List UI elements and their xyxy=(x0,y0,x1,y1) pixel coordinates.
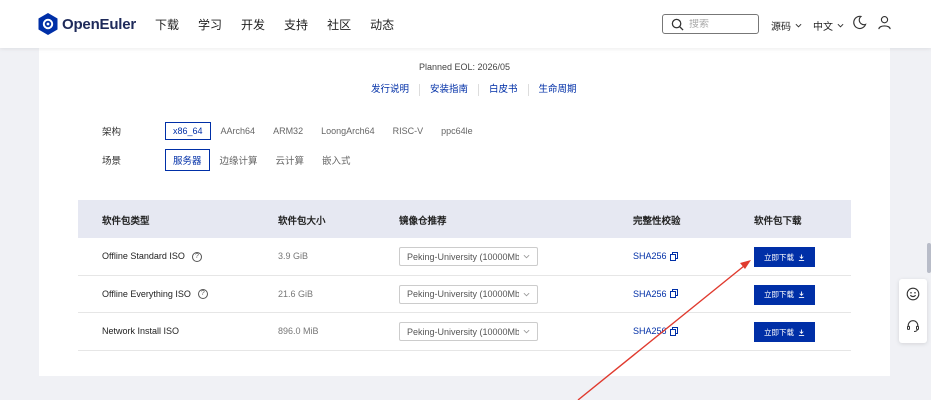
header-mirror: 镜像仓推荐 xyxy=(399,216,447,227)
download-icon xyxy=(798,253,805,261)
sha256-text: SHA256 xyxy=(633,288,667,299)
scene-option-embedded[interactable]: 嵌入式 xyxy=(314,149,359,171)
table-header: 软件包类型 软件包大小 镜像仓推荐 完整性校验 软件包下载 xyxy=(78,200,851,238)
download-label: 立即下载 xyxy=(764,252,794,262)
nav-learn[interactable]: 学习 xyxy=(198,16,222,33)
main-nav: 下载 学习 开发 支持 社区 动态 xyxy=(155,16,413,33)
copy-icon[interactable] xyxy=(669,326,678,336)
language-dropdown[interactable]: 中文 xyxy=(813,18,844,33)
arch-option-aarch64[interactable]: AArch64 xyxy=(213,122,264,140)
floating-toolbar xyxy=(899,279,927,343)
download-label: 立即下载 xyxy=(764,327,794,337)
scene-option-server[interactable]: 服务器 xyxy=(165,149,210,171)
arch-option-arm32[interactable]: ARM32 xyxy=(265,122,311,140)
package-size: 21.6 GiB xyxy=(278,288,314,299)
package-size: 3.9 GiB xyxy=(278,251,309,261)
logo-text: OpenEuler xyxy=(62,15,137,33)
package-type: Offline Standard ISO? xyxy=(102,251,202,262)
scene-option-cloud[interactable]: 云计算 xyxy=(268,149,313,171)
search-input[interactable] xyxy=(689,18,754,30)
openeuler-logo-icon xyxy=(38,13,58,35)
sha256-link[interactable]: SHA256 xyxy=(633,251,678,261)
sha256-text: SHA256 xyxy=(633,326,667,337)
nav-download[interactable]: 下载 xyxy=(155,16,179,33)
search-box[interactable] xyxy=(662,14,759,34)
arch-filter: 架构 x86_64 AArch64 ARM32 LoongArch64 RISC… xyxy=(102,122,483,140)
chevron-down-icon xyxy=(523,330,530,334)
language-label: 中文 xyxy=(813,22,833,33)
mirror-select[interactable]: Peking-University (10000Mb/s) xyxy=(399,322,538,342)
nav-support[interactable]: 支持 xyxy=(284,16,308,33)
chevron-down-icon xyxy=(523,292,530,297)
copy-icon[interactable] xyxy=(669,289,678,299)
download-table: 软件包类型 软件包大小 镜像仓推荐 完整性校验 软件包下载 Offline St… xyxy=(78,200,851,351)
copy-icon[interactable] xyxy=(669,251,678,261)
arch-label: 架构 xyxy=(102,127,122,138)
table-row: Offline Everything ISO? 21.6 GiB Peking-… xyxy=(78,276,851,314)
download-icon xyxy=(798,329,805,336)
theme-moon-icon[interactable] xyxy=(852,15,867,30)
help-icon[interactable]: ? xyxy=(191,251,202,262)
feedback-smile-icon[interactable] xyxy=(906,287,920,301)
arch-option-ppc64le[interactable]: ppc64le xyxy=(433,122,481,140)
chevron-down-icon xyxy=(837,23,844,28)
table-row: Network Install ISO 896.0 MiB Peking-Uni… xyxy=(78,313,851,351)
release-links: 发行说明 安装指南 白皮书 生命周期 xyxy=(361,84,587,96)
table-row: Offline Standard ISO? 3.9 GiB Peking-Uni… xyxy=(78,238,851,276)
search-icon xyxy=(671,18,684,31)
user-icon[interactable] xyxy=(877,15,892,30)
top-header: OpenEuler 下载 学习 开发 支持 社区 动态 源码 中文 xyxy=(0,0,931,48)
header-package-size: 软件包大小 xyxy=(278,216,326,227)
download-button[interactable]: 立即下载 xyxy=(754,247,815,267)
mirror-select[interactable]: Peking-University (10000Mb/s) xyxy=(399,284,538,304)
sha256-link[interactable]: SHA256 xyxy=(633,326,678,336)
install-guide-link[interactable]: 安装指南 xyxy=(419,84,478,96)
help-icon[interactable]: ? xyxy=(197,289,208,300)
chevron-down-icon xyxy=(523,254,530,259)
whitepaper-link[interactable]: 白皮书 xyxy=(478,84,528,96)
header-download: 软件包下载 xyxy=(754,216,802,227)
package-type: Offline Everything ISO? xyxy=(102,289,208,300)
sha256-text: SHA256 xyxy=(633,251,667,261)
sha256-link[interactable]: SHA256 xyxy=(633,289,678,299)
lifecycle-link[interactable]: 生命周期 xyxy=(527,84,587,96)
mirror-value: Peking-University (10000Mb/s) xyxy=(407,289,519,300)
arch-option-riscv[interactable]: RISC-V xyxy=(385,122,432,140)
source-label: 源码 xyxy=(771,22,791,33)
header-package-type: 软件包类型 xyxy=(102,216,150,227)
header-checksum: 完整性校验 xyxy=(633,216,681,227)
package-type-text: Offline Standard ISO xyxy=(102,251,185,261)
scene-filter: 场景 服务器 边缘计算 云计算 嵌入式 xyxy=(102,149,361,171)
arch-option-x86_64[interactable]: x86_64 xyxy=(165,122,211,140)
package-type: Network Install ISO xyxy=(102,326,180,337)
nav-develop[interactable]: 开发 xyxy=(241,16,265,33)
scroll-indicator[interactable] xyxy=(927,243,931,273)
eol-text: Planned EOL: 2026/05 xyxy=(418,62,511,72)
mirror-value: Peking-University (10000Mb/s) xyxy=(407,251,519,262)
arch-option-loongarch64[interactable]: LoongArch64 xyxy=(313,122,383,140)
package-size: 896.0 MiB xyxy=(278,326,319,337)
mirror-select[interactable]: Peking-University (10000Mb/s) xyxy=(399,247,538,266)
scene-option-edge[interactable]: 边缘计算 xyxy=(212,149,266,171)
package-type-text: Offline Everything ISO xyxy=(102,288,191,299)
download-button[interactable]: 立即下载 xyxy=(754,322,815,343)
support-headset-icon[interactable] xyxy=(906,319,920,333)
logo[interactable]: OpenEuler xyxy=(38,13,136,35)
download-label: 立即下载 xyxy=(764,290,794,300)
scene-label: 场景 xyxy=(102,156,122,167)
source-dropdown[interactable]: 源码 xyxy=(771,18,802,33)
nav-news[interactable]: 动态 xyxy=(370,16,394,33)
download-card: Planned EOL: 2026/05 发行说明 安装指南 白皮书 生命周期 … xyxy=(39,48,890,376)
mirror-value: Peking-University (10000Mb/s) xyxy=(407,326,519,337)
chevron-down-icon xyxy=(795,23,802,28)
nav-community[interactable]: 社区 xyxy=(327,16,351,33)
download-button[interactable]: 立即下载 xyxy=(754,284,815,305)
release-notes-link[interactable]: 发行说明 xyxy=(361,84,419,96)
download-icon xyxy=(798,291,805,299)
